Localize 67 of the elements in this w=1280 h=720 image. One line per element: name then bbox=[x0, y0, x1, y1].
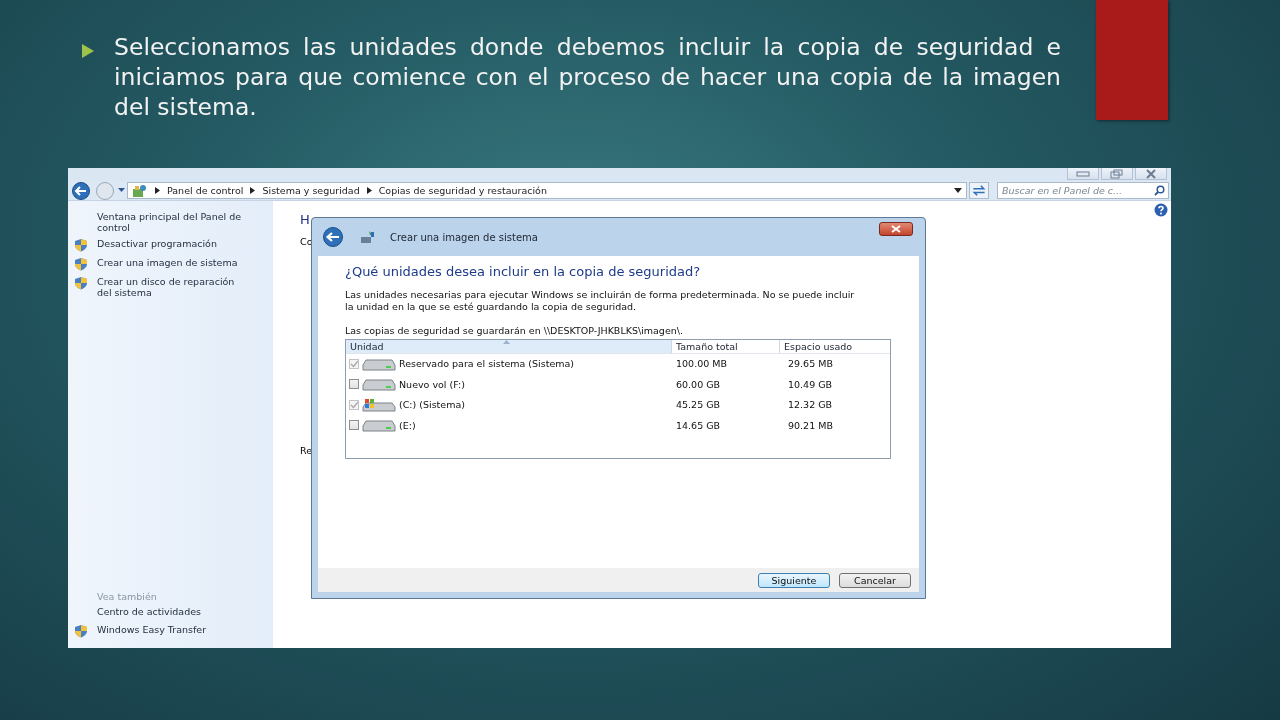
drive-name: Reservado para el sistema (Sistema) bbox=[399, 358, 574, 370]
table-cell-text: 12.32 GB bbox=[787, 399, 834, 411]
destination-text: Las copias de seguridad se guardarán en \\DESKTOP-JHKBLKS\imagen\. bbox=[345, 325, 684, 337]
shield-icon bbox=[74, 257, 88, 271]
bullet-icon bbox=[82, 44, 94, 58]
drive-name: Nuevo vol (F:) bbox=[399, 378, 465, 390]
drive-icon bbox=[362, 356, 396, 371]
bullet-text: Seleccionamos las unidades donde debemos incluir la copia de seguridad e iniciamos para que comience con el proceso de hacer una copia de la imagen del sistema. bbox=[114, 32, 1061, 122]
system-drive-icon bbox=[362, 397, 396, 412]
table-cell-text: 90.21 MB bbox=[787, 419, 834, 431]
search-field[interactable]: Buscar en el Panel de c... bbox=[997, 182, 1169, 199]
table-cell-text: 10.49 GB bbox=[787, 378, 834, 390]
drive-name: (C:) (Sistema) bbox=[399, 399, 465, 411]
help-icon[interactable] bbox=[1154, 203, 1168, 217]
minimize-icon bbox=[1076, 170, 1090, 177]
drive-icon bbox=[362, 418, 396, 433]
chevron-icon bbox=[250, 187, 256, 194]
checkbox[interactable] bbox=[349, 420, 359, 431]
drive-icon bbox=[362, 377, 396, 392]
column-header[interactable]: Unidad bbox=[346, 339, 672, 353]
sidebar-link[interactable]: Crear una imagen de sistema bbox=[97, 257, 238, 268]
chevron-icon bbox=[155, 187, 160, 194]
table-cell-text: 29.65 MB bbox=[787, 358, 834, 370]
restore-icon bbox=[1110, 168, 1124, 179]
section-title: Vea también bbox=[97, 591, 158, 602]
shield-icon bbox=[74, 624, 88, 638]
dialog-title: Crear una imagen de sistema bbox=[390, 231, 538, 243]
back-button[interactable] bbox=[70, 181, 92, 200]
chevron-icon bbox=[366, 187, 372, 194]
address-bar[interactable]: Panel de control Sistema y seguridad Copias de seguridad y restauración bbox=[127, 182, 967, 199]
shield-icon bbox=[74, 238, 88, 252]
sidebar-link[interactable]: Crear un disco de reparación del sistema bbox=[97, 276, 247, 298]
dialog-button[interactable]: Cancelar bbox=[839, 572, 911, 588]
table-cell-text: 60.00 GB bbox=[675, 378, 722, 390]
caret-icon[interactable] bbox=[118, 188, 125, 193]
drive-name: (E:) bbox=[399, 419, 416, 431]
description-text: Las unidades necesarias para ejecutar Windows se incluirán de forma predeterminada. No se puede incluir la unidad en la que se esté guardando la copia de seguridad. bbox=[345, 289, 856, 312]
sidebar-link[interactable]: Windows Easy Transfer bbox=[97, 624, 207, 635]
column-header[interactable]: Espacio usado bbox=[780, 339, 890, 353]
sidebar-link[interactable]: Centro de actividades bbox=[97, 606, 201, 617]
back-button[interactable] bbox=[320, 227, 346, 247]
dialog-button[interactable]: Siguiente bbox=[758, 572, 830, 588]
dialog-heading: ¿Qué unidades desea incluir en la copia de seguridad? bbox=[345, 264, 702, 279]
close-icon bbox=[890, 225, 902, 233]
close-button[interactable] bbox=[879, 222, 913, 236]
sidebar-link[interactable]: Desactivar programación bbox=[97, 238, 217, 249]
minimize-button[interactable] bbox=[1067, 168, 1099, 180]
table-cell-text: 14.65 GB bbox=[675, 419, 722, 431]
control-panel-icon bbox=[132, 183, 148, 198]
table-cell-text: 45.25 GB bbox=[675, 399, 722, 411]
page-heading: H bbox=[300, 212, 310, 227]
column-header[interactable]: Tamaño total bbox=[672, 339, 780, 353]
restore-button[interactable] bbox=[1101, 168, 1133, 180]
breadcrumb-item[interactable]: Panel de control bbox=[167, 185, 244, 196]
table-cell-text: 100.00 MB bbox=[675, 358, 728, 370]
close-icon bbox=[1144, 168, 1158, 179]
sort-icon bbox=[503, 339, 510, 344]
breadcrumb-item[interactable]: Copias de seguridad y restauración bbox=[378, 185, 547, 196]
refresh-button[interactable] bbox=[969, 182, 989, 199]
backup-icon bbox=[360, 230, 376, 244]
shield-icon bbox=[74, 276, 88, 290]
dropdown-icon[interactable] bbox=[954, 188, 962, 193]
sidebar-link[interactable]: Ventana principal del Panel de control bbox=[97, 211, 247, 233]
search-icon bbox=[1154, 185, 1165, 196]
body-text: Re bbox=[300, 445, 313, 456]
breadcrumb-item[interactable]: Sistema y seguridad bbox=[262, 185, 360, 196]
checkbox[interactable] bbox=[349, 379, 359, 390]
